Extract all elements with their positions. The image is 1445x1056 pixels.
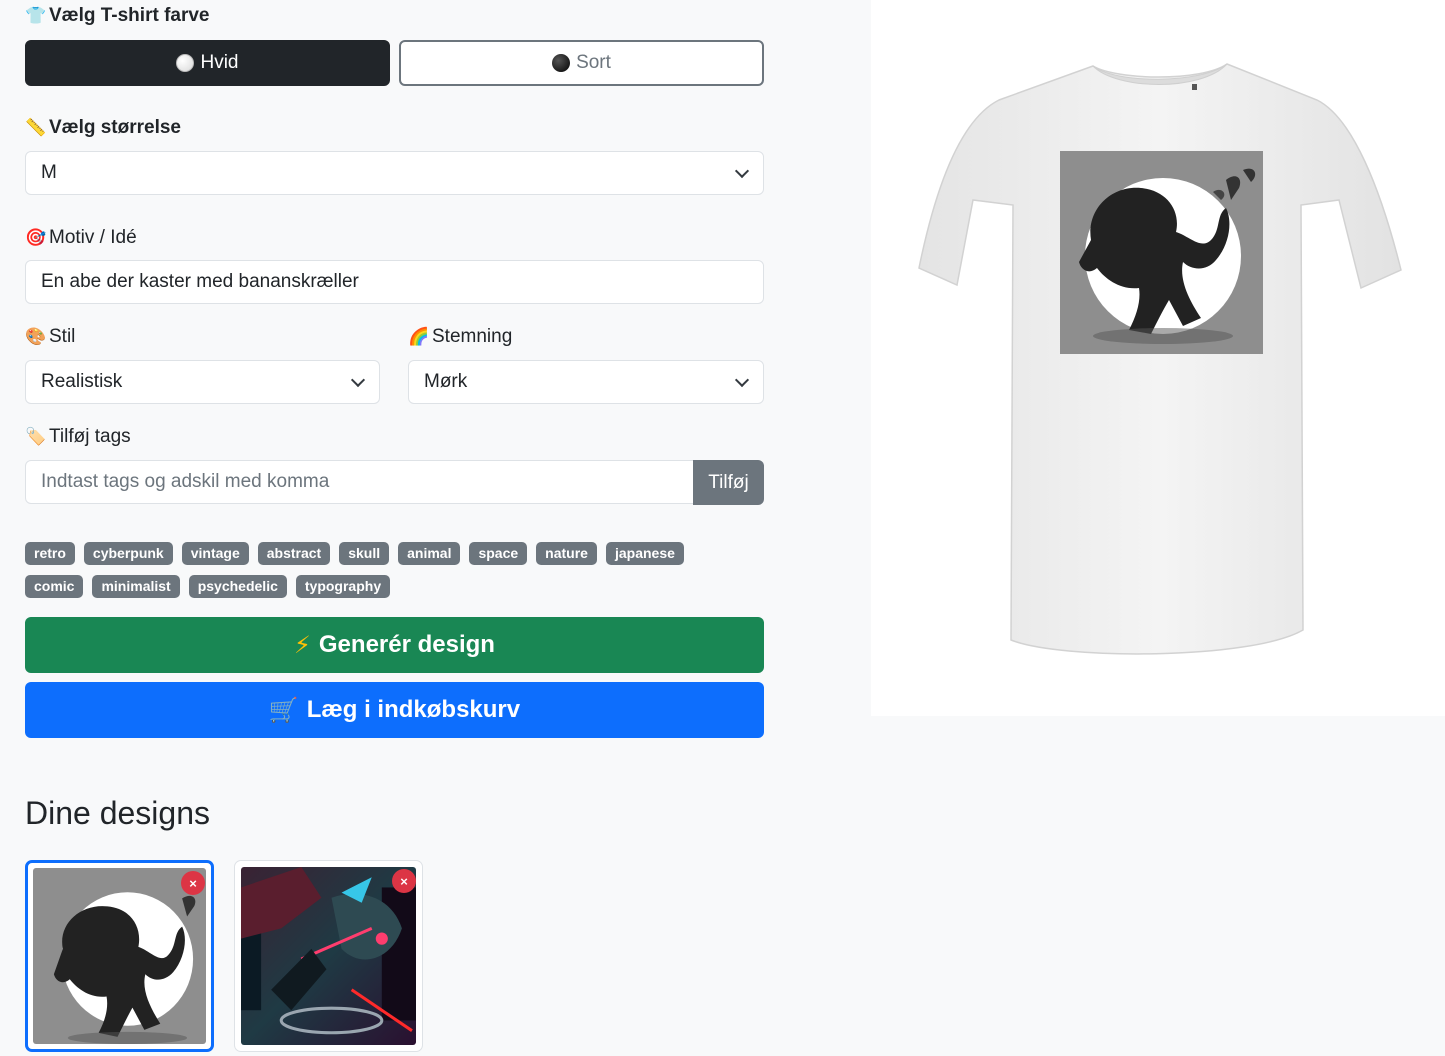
- shopping-cart-icon: 🛒: [268, 696, 299, 724]
- tshirt-icon: 👕: [25, 6, 47, 25]
- tag-cyberpunk[interactable]: cyberpunk: [83, 542, 173, 565]
- design-thumb-1[interactable]: ×: [25, 860, 214, 1052]
- tag-comic[interactable]: comic: [25, 575, 84, 598]
- tags-input[interactable]: Indtast tags og adskil med komma: [25, 460, 694, 504]
- color-black-label: Sort: [576, 52, 611, 73]
- size-select[interactable]: M: [25, 151, 764, 195]
- mood-select[interactable]: Mørk: [408, 360, 764, 404]
- white-circle-icon: [176, 54, 195, 72]
- tag-list: retro cyberpunk vintage abstract skull a…: [25, 542, 765, 608]
- ruler-icon: 📏: [25, 118, 47, 137]
- size-select-value: M: [41, 162, 57, 183]
- design-image: [241, 867, 416, 1045]
- motif-input-value: En abe der kaster med bananskræller: [41, 271, 359, 292]
- color-white-button[interactable]: Hvid: [25, 40, 390, 86]
- style-select[interactable]: Realistisk: [25, 360, 380, 404]
- mood-label-text: Stemning: [432, 326, 513, 347]
- chevron-down-icon: [734, 372, 750, 388]
- tag-animal[interactable]: animal: [398, 542, 461, 565]
- size-label: 📏 Vælg størrelse: [25, 117, 181, 139]
- tag-vintage[interactable]: vintage: [181, 542, 249, 565]
- lightning-icon: ⚡: [294, 631, 311, 659]
- tags-input-placeholder: Indtast tags og adskil med komma: [41, 471, 330, 492]
- tag-retro[interactable]: retro: [25, 542, 75, 565]
- add-to-cart-label: Læg i indkøbskurv: [306, 696, 521, 723]
- color-label-text: Vælg T-shirt farve: [49, 5, 210, 26]
- size-label-text: Vælg størrelse: [49, 117, 181, 138]
- style-select-value: Realistisk: [41, 371, 123, 392]
- add-tag-button[interactable]: Tilføj: [693, 460, 764, 505]
- designs-title: Dine designs: [25, 795, 210, 831]
- black-circle-icon: [552, 54, 571, 72]
- style-label-text: Stil: [49, 326, 76, 347]
- motif-input[interactable]: En abe der kaster med bananskræller: [25, 260, 764, 304]
- delete-design-button[interactable]: ×: [181, 871, 205, 895]
- design-thumb-2[interactable]: ×: [234, 860, 423, 1052]
- target-icon: 🎯: [25, 228, 47, 247]
- chevron-down-icon: [734, 163, 750, 179]
- tags-label-text: Tilføj tags: [49, 426, 131, 447]
- tag-row: comic minimalist psychedelic typography: [25, 575, 765, 598]
- tag-typography[interactable]: typography: [295, 575, 391, 598]
- rainbow-icon: 🌈: [408, 327, 430, 346]
- tag-skull[interactable]: skull: [339, 542, 390, 565]
- mood-label: 🌈 Stemning: [408, 326, 512, 348]
- color-label: 👕 Vælg T-shirt farve: [25, 5, 210, 27]
- design-image: [33, 868, 206, 1044]
- tags-label: 🏷️ Tilføj tags: [25, 426, 131, 448]
- tag-psychedelic[interactable]: psychedelic: [188, 575, 287, 598]
- tshirt-mockup: [918, 63, 1402, 655]
- generate-design-label: Generér design: [318, 631, 495, 658]
- tag-row: retro cyberpunk vintage abstract skull a…: [25, 542, 765, 565]
- palette-icon: 🎨: [25, 327, 47, 346]
- tag-minimalist[interactable]: minimalist: [92, 575, 180, 598]
- label-icon: 🏷️: [25, 427, 47, 446]
- color-black-button[interactable]: Sort: [399, 40, 764, 86]
- chevron-down-icon: [350, 372, 366, 388]
- tag-nature[interactable]: nature: [536, 542, 597, 565]
- add-to-cart-button[interactable]: 🛒 Læg i indkøbskurv: [25, 682, 764, 738]
- mood-select-value: Mørk: [424, 371, 468, 392]
- motif-label-text: Motiv / Idé: [49, 227, 137, 248]
- color-white-label: Hvid: [200, 52, 239, 73]
- delete-design-button[interactable]: ×: [392, 869, 416, 893]
- tshirt-preview: [871, 0, 1445, 716]
- style-label: 🎨 Stil: [25, 326, 75, 348]
- motif-label: 🎯 Motiv / Idé: [25, 227, 137, 249]
- generate-design-button[interactable]: ⚡ Generér design: [25, 617, 764, 673]
- tag-space[interactable]: space: [469, 542, 528, 565]
- tag-japanese[interactable]: japanese: [605, 542, 684, 565]
- tag-abstract[interactable]: abstract: [257, 542, 331, 565]
